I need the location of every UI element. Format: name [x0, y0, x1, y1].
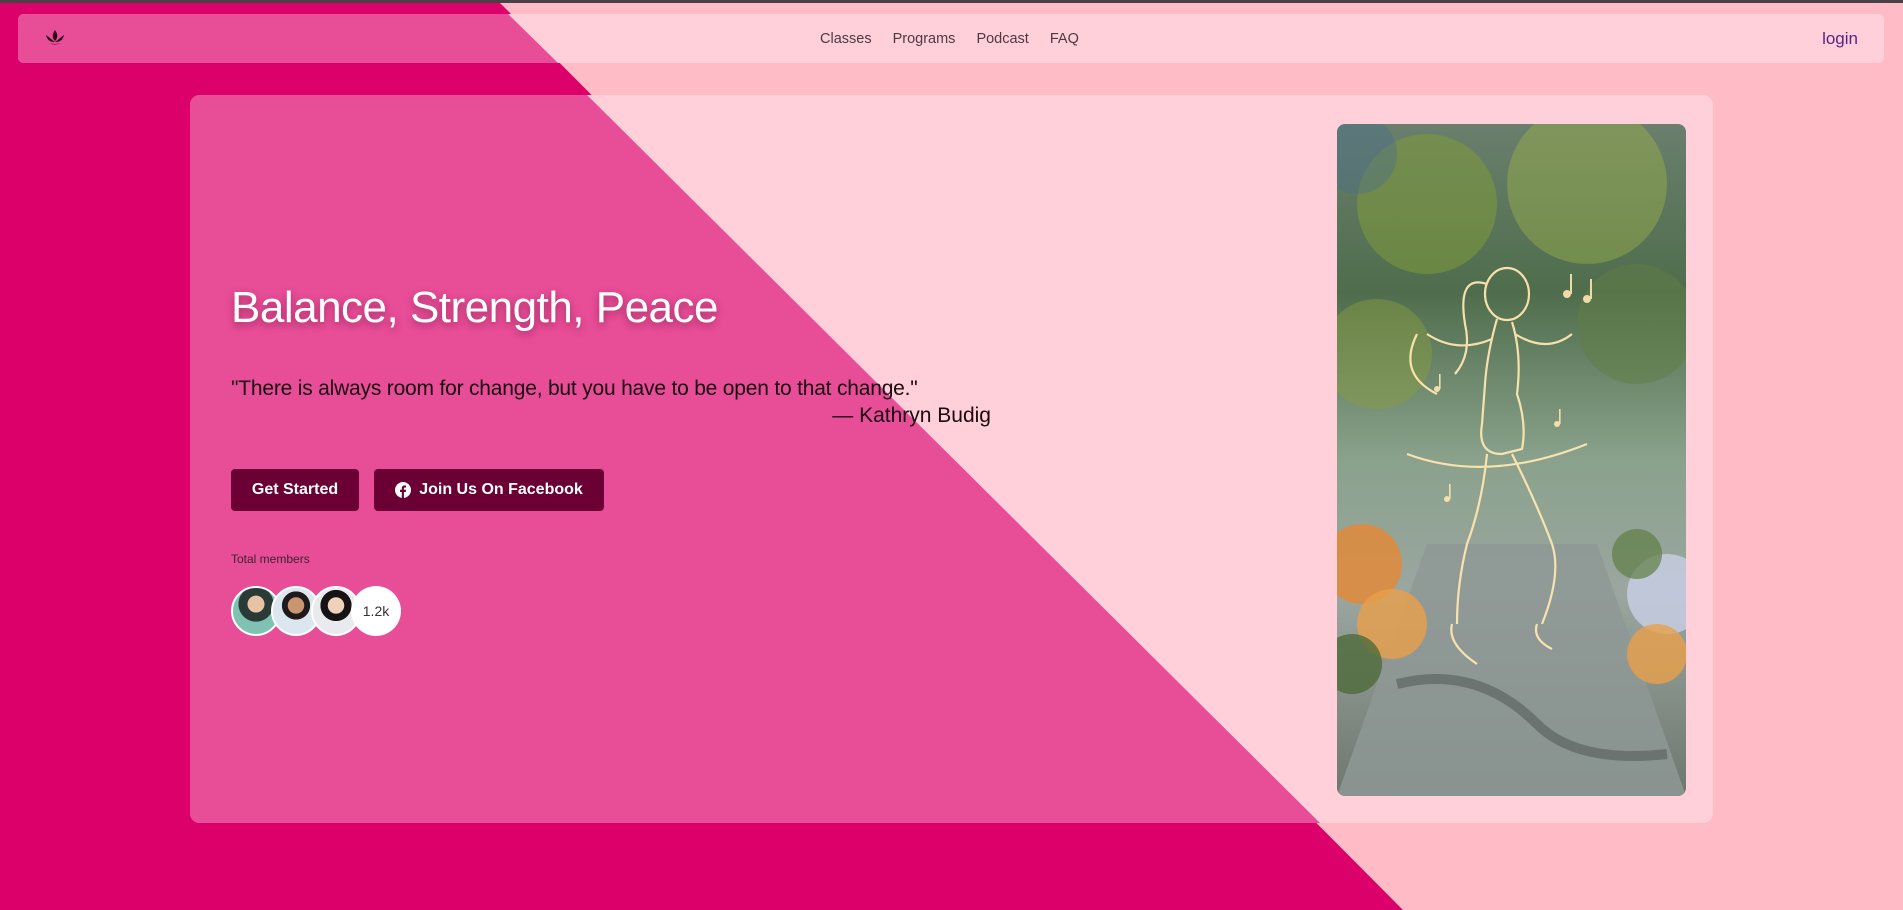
members-count-badge: 1.2k [351, 586, 401, 636]
login-link[interactable]: login [1822, 29, 1858, 49]
quote-author: — Kathryn Budig [832, 404, 991, 427]
hero-title: Balance, Strength, Peace [231, 283, 719, 332]
hero-quote: "There is always room for change, but yo… [231, 377, 991, 428]
nav-link-classes[interactable]: Classes [820, 31, 872, 47]
hero-card: Balance, Strength, Peace "There is alway… [190, 95, 1713, 823]
dancing-woman-illustration [1337, 124, 1686, 796]
total-members-label: Total members [231, 552, 310, 566]
nav-link-podcast[interactable]: Podcast [976, 31, 1028, 47]
facebook-icon [395, 482, 412, 498]
member-avatars: 1.2k [231, 586, 411, 636]
join-facebook-label: Join Us On Facebook [419, 481, 583, 498]
nav-links: Classes Programs Podcast FAQ [820, 14, 1079, 63]
quote-text: "There is always room for change, but yo… [231, 377, 918, 400]
window-top-edge [0, 0, 1903, 3]
navbar: Classes Programs Podcast FAQ login [18, 14, 1884, 63]
nav-link-programs[interactable]: Programs [893, 31, 956, 47]
hero-image [1337, 124, 1686, 796]
join-facebook-button[interactable]: Join Us On Facebook [374, 469, 604, 511]
nav-link-faq[interactable]: FAQ [1050, 31, 1079, 47]
get-started-button[interactable]: Get Started [231, 469, 359, 511]
lotus-icon[interactable] [44, 28, 66, 48]
